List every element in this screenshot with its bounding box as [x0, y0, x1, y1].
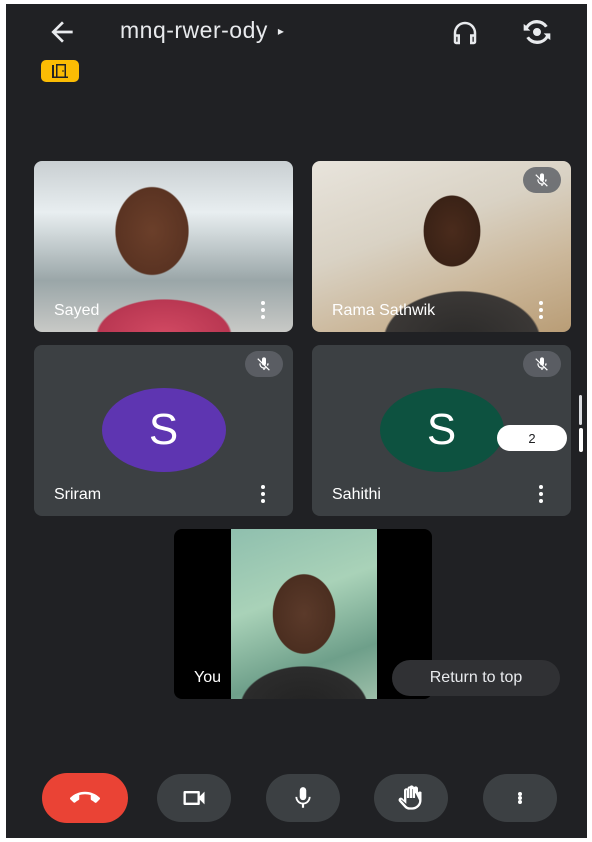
- more-options-button[interactable]: [483, 774, 557, 822]
- participant-name: Sahithi: [332, 486, 381, 503]
- participant-name: Rama Sathwik: [332, 302, 436, 319]
- scrollbar-track: [579, 395, 582, 425]
- participant-name: Sriram: [54, 486, 102, 503]
- mic-icon: [295, 787, 311, 808]
- end-call-button[interactable]: [42, 773, 128, 823]
- page-indicator: 2: [497, 425, 567, 451]
- avatar: S: [379, 388, 504, 472]
- call-controls: [6, 773, 587, 830]
- mic-toggle-button[interactable]: [266, 774, 340, 822]
- participant-tile-sriram[interactable]: S Sriram: [34, 345, 293, 516]
- participant-tile-rama-sathwik[interactable]: Rama Sathwik: [312, 161, 571, 332]
- self-label: You: [194, 669, 221, 686]
- more-vert-icon: [518, 792, 522, 804]
- more-vert-icon[interactable]: [253, 298, 273, 322]
- call-end-icon: [70, 791, 100, 803]
- meet-screen: mnq-rwer-ody ▸ Sayed Rama Sathwik S Srir…: [6, 4, 587, 838]
- camera-toggle-button[interactable]: [157, 774, 231, 822]
- participant-name: Sayed: [54, 302, 100, 319]
- return-to-top-button[interactable]: Return to top: [392, 660, 560, 696]
- more-vert-icon[interactable]: [531, 482, 551, 506]
- avatar: S: [101, 388, 226, 472]
- more-vert-icon[interactable]: [253, 482, 273, 506]
- headset-icon[interactable]: [450, 18, 480, 48]
- more-vert-icon[interactable]: [531, 298, 551, 322]
- meeting-code: mnq-rwer-ody: [120, 17, 268, 43]
- flip-camera-icon[interactable]: [521, 16, 553, 48]
- participant-tile-sayed[interactable]: Sayed: [34, 161, 293, 332]
- raise-hand-icon: [398, 785, 422, 810]
- raise-hand-button[interactable]: [374, 774, 448, 822]
- self-video: [231, 529, 377, 699]
- caret-right-icon: ▸: [277, 23, 285, 38]
- mic-off-icon: [523, 351, 561, 377]
- meeting-title[interactable]: mnq-rwer-ody ▸: [120, 17, 284, 44]
- mic-off-icon: [523, 167, 561, 193]
- mic-off-icon: [245, 351, 283, 377]
- arrow-left-icon[interactable]: [46, 16, 78, 48]
- top-bar: mnq-rwer-ody ▸: [6, 4, 587, 60]
- scrollbar-thumb[interactable]: [579, 428, 583, 452]
- videocam-icon: [183, 791, 205, 805]
- door-icon[interactable]: [41, 60, 79, 82]
